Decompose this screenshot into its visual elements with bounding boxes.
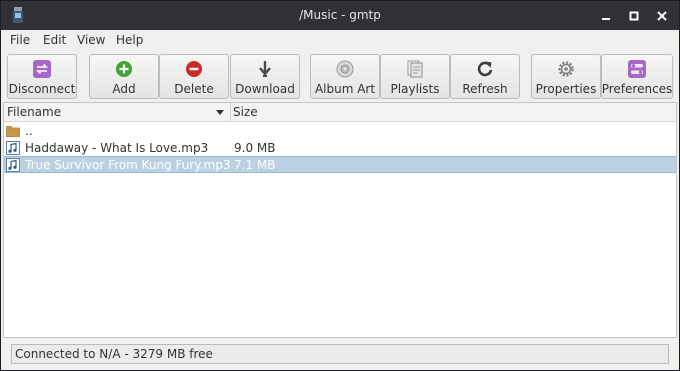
menu-help[interactable]: Help [116,33,143,47]
add-button[interactable]: Add [89,54,159,99]
file-name: .. [25,124,33,138]
properties-button[interactable]: Properties [531,54,601,99]
playlists-button[interactable]: Playlists [380,54,450,99]
sort-descending-icon [216,110,224,115]
maximize-icon[interactable] [625,7,643,25]
disconnect-icon [32,59,52,79]
add-label: Add [112,82,136,96]
preferences-icon [627,59,647,79]
window-title: /Music - gmtp [299,8,381,22]
file-size: 9.0 MB [234,141,276,155]
status-bar: Connected to N/A - 3279 MB free [11,344,669,364]
folder-icon [6,124,20,138]
list-item-selected[interactable]: True Survivor From Kung Fury.mp3 7.1 MB [4,156,676,173]
album-art-icon [335,59,355,79]
toolbar: Disconnect Add Delete Download Album Art… [1,51,679,101]
list-item[interactable]: .. [4,123,676,140]
playlists-label: Playlists [390,82,440,96]
menu-edit[interactable]: Edit [43,33,66,47]
status-text: Connected to N/A - 3279 MB free [15,347,213,361]
preferences-label: Preferences [601,82,673,96]
delete-label: Delete [174,82,214,96]
download-label: Download [235,82,295,96]
playlists-icon [405,59,425,79]
properties-label: Properties [535,82,597,96]
refresh-icon [475,59,495,79]
menu-file[interactable]: File [10,33,30,47]
close-icon[interactable] [653,7,671,25]
file-list[interactable]: Filename Size .. Haddaway - What Is Love… [3,102,677,338]
audio-file-icon [6,141,20,155]
column-filename[interactable]: Filename [4,103,231,122]
download-icon [255,59,275,79]
delete-icon [184,59,204,79]
audio-file-icon [6,158,20,172]
gear-icon [556,59,576,79]
minimize-icon[interactable] [597,7,615,25]
column-size[interactable]: Size [233,105,258,119]
menu-view[interactable]: View [77,33,105,47]
add-icon [114,59,134,79]
disconnect-label: Disconnect [8,82,76,96]
preferences-button[interactable]: Preferences [601,54,673,99]
title-bar[interactable]: /Music - gmtp [1,1,679,30]
file-name: True Survivor From Kung Fury.mp3 [25,158,231,172]
download-button[interactable]: Download [230,54,300,99]
file-name: Haddaway - What Is Love.mp3 [25,141,209,155]
column-header: Filename Size [4,103,676,122]
album-art-button[interactable]: Album Art [310,54,380,99]
list-item[interactable]: Haddaway - What Is Love.mp3 9.0 MB [4,140,676,157]
refresh-label: Refresh [462,82,508,96]
album-art-label: Album Art [314,82,376,96]
column-filename-label: Filename [7,105,62,119]
file-size: 7.1 MB [234,158,276,172]
menu-bar: File Edit View Help [1,30,679,51]
app-window: /Music - gmtp File Edit View Help Discon… [0,0,680,371]
refresh-button[interactable]: Refresh [450,54,520,99]
disconnect-button[interactable]: Disconnect [7,54,77,99]
delete-button[interactable]: Delete [159,54,229,99]
